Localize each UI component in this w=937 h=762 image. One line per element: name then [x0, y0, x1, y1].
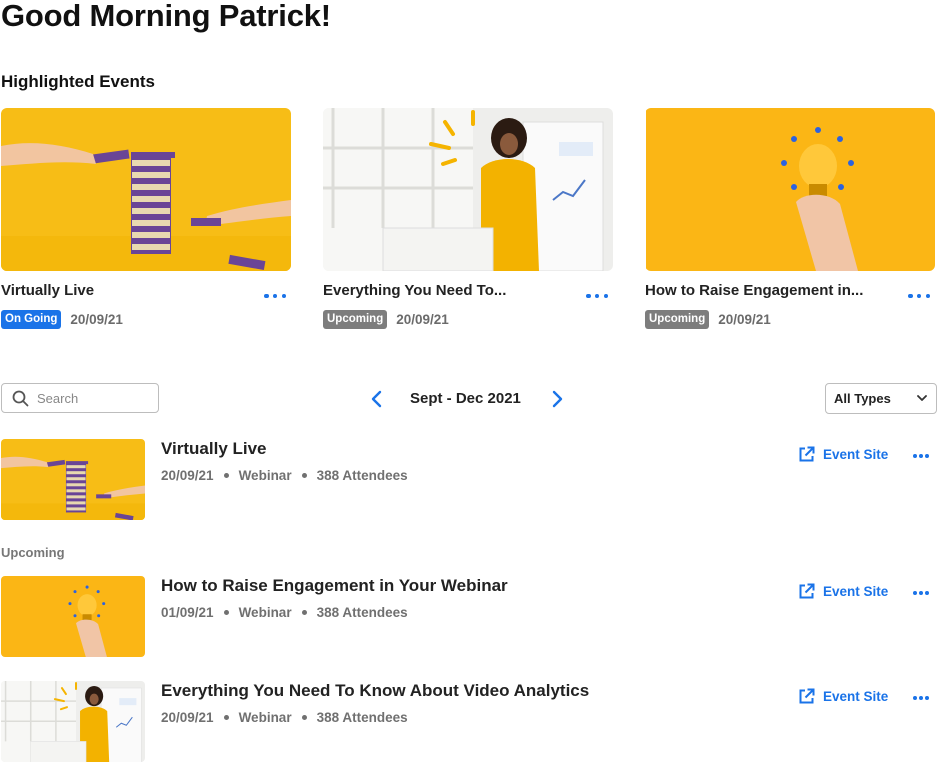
- card-title[interactable]: Everything You Need To...: [323, 282, 506, 299]
- card-date: 20/09/21: [718, 312, 771, 327]
- event-attendees: 388 Attendees: [316, 468, 408, 483]
- card-date: 20/09/21: [70, 312, 123, 327]
- event-thumbnail[interactable]: [645, 108, 935, 271]
- event-thumbnail[interactable]: [1, 576, 145, 657]
- card-date: 20/09/21: [396, 312, 449, 327]
- upcoming-group-label: Upcoming: [1, 545, 65, 560]
- external-link-icon: [799, 583, 815, 599]
- event-attendees: 388 Attendees: [316, 710, 408, 725]
- page-greeting: Good Morning Patrick!: [1, 0, 331, 33]
- event-site-link[interactable]: Event Site: [798, 583, 888, 600]
- chevron-left-icon: [371, 390, 382, 408]
- date-range-label: Sept - Dec 2021: [410, 390, 521, 407]
- more-options-icon[interactable]: [913, 695, 929, 701]
- card-title[interactable]: Virtually Live: [1, 282, 94, 299]
- status-badge: On Going: [1, 310, 62, 329]
- highlighted-card[interactable]: How to Raise Engagement in... Upcoming 2…: [645, 108, 935, 329]
- more-options-icon[interactable]: [908, 292, 930, 300]
- highlighted-card[interactable]: Everything You Need To... Upcoming 20/09…: [323, 108, 613, 329]
- event-thumbnail[interactable]: [323, 108, 613, 271]
- highlighted-card[interactable]: Virtually Live On Going 20/09/21: [1, 108, 291, 329]
- event-type: Webinar: [238, 605, 292, 620]
- event-row[interactable]: Everything You Need To Know About Video …: [1, 681, 937, 762]
- event-site-link[interactable]: Event Site: [798, 688, 888, 705]
- event-site-link[interactable]: Event Site: [798, 446, 888, 463]
- search-input[interactable]: [35, 389, 149, 407]
- more-options-icon[interactable]: [586, 292, 608, 300]
- event-thumbnail[interactable]: [1, 108, 291, 271]
- event-type: Webinar: [238, 468, 292, 483]
- previous-range-button[interactable]: [369, 390, 385, 413]
- event-date: 20/09/21: [161, 710, 214, 725]
- event-type: Webinar: [238, 710, 292, 725]
- event-title[interactable]: Everything You Need To Know About Video …: [161, 681, 589, 701]
- more-options-icon[interactable]: [913, 453, 929, 459]
- search-box[interactable]: [1, 383, 159, 413]
- search-icon: [12, 390, 29, 407]
- event-attendees: 388 Attendees: [316, 605, 408, 620]
- event-type-value: All Types: [834, 391, 891, 406]
- next-range-button[interactable]: [549, 390, 565, 413]
- external-link-icon: [799, 446, 815, 462]
- more-options-icon[interactable]: [913, 590, 929, 596]
- event-thumbnail[interactable]: [1, 439, 145, 520]
- more-options-icon[interactable]: [264, 292, 286, 300]
- status-badge: Upcoming: [323, 310, 388, 329]
- chevron-right-icon: [552, 390, 563, 408]
- event-date: 20/09/21: [161, 468, 214, 483]
- card-title[interactable]: How to Raise Engagement in...: [645, 282, 863, 299]
- event-date: 01/09/21: [161, 605, 214, 620]
- event-title[interactable]: Virtually Live: [161, 439, 267, 459]
- highlighted-events-heading: Highlighted Events: [1, 72, 155, 91]
- event-type-select[interactable]: All Types: [825, 383, 937, 414]
- event-row[interactable]: Virtually Live 20/09/21 Webinar 388 Atte…: [1, 439, 937, 520]
- chevron-down-icon: [917, 395, 927, 401]
- event-title[interactable]: How to Raise Engagement in Your Webinar: [161, 576, 508, 596]
- event-thumbnail[interactable]: [1, 681, 145, 762]
- external-link-icon: [799, 688, 815, 704]
- event-row[interactable]: How to Raise Engagement in Your Webinar …: [1, 576, 937, 657]
- status-badge: Upcoming: [645, 310, 710, 329]
